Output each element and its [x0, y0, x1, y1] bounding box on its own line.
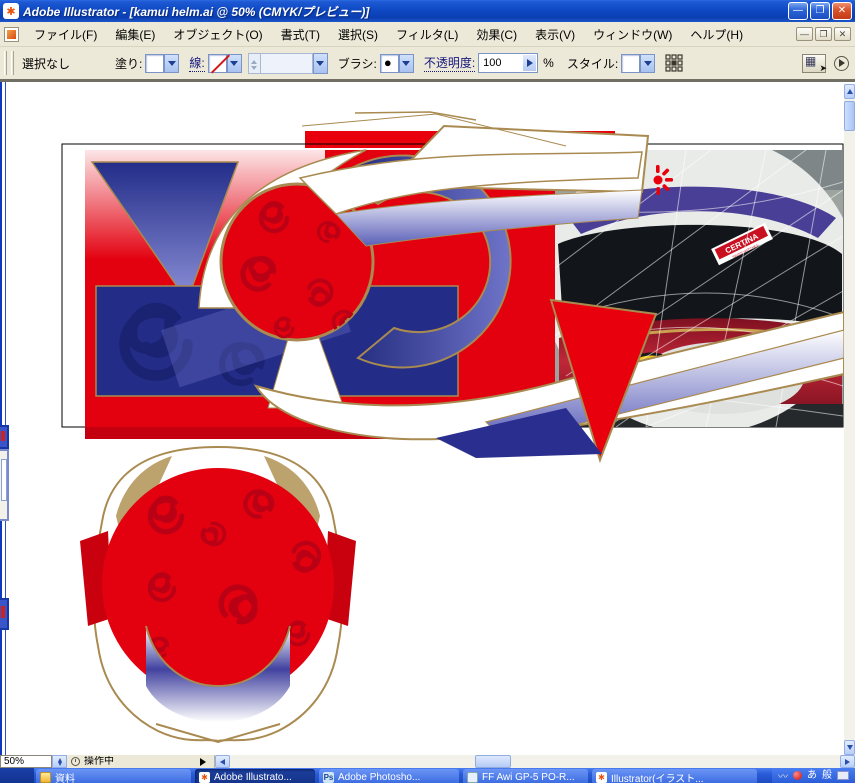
drag-grip[interactable] — [4, 51, 7, 75]
menu-select[interactable]: 選択(S) — [329, 23, 387, 46]
doc-minimize-button[interactable]: — — [796, 27, 813, 41]
zoom-stepper[interactable] — [52, 755, 67, 768]
minimize-button[interactable]: — — [788, 2, 808, 20]
stroke-weight-dropdown-icon[interactable] — [313, 53, 328, 74]
status-menu-icon[interactable] — [200, 758, 210, 766]
document-canvas[interactable]: 00 CERTINA SWISS WATCHES TELMEX — [0, 82, 855, 755]
reference-point-icon[interactable] — [665, 54, 683, 72]
stroke-swatch-none[interactable] — [208, 54, 227, 73]
opacity-value: 100 — [483, 57, 501, 69]
flyout-menu-icon[interactable] — [834, 56, 849, 71]
helmet-top-view — [80, 447, 356, 742]
helmet-design-artwork: 00 CERTINA SWISS WATCHES TELMEX — [6, 86, 845, 751]
graphic-styles-icon[interactable] — [802, 54, 826, 73]
brush-label: ブラシ: — [338, 55, 377, 72]
horizontal-scrollbar[interactable] — [215, 755, 855, 768]
menu-edit[interactable]: 編集(E) — [106, 23, 164, 46]
fill-swatch[interactable] — [145, 54, 164, 73]
brush-dropdown-icon[interactable] — [399, 54, 414, 73]
network-activity-icon[interactable]: 〰 — [778, 768, 788, 783]
vertical-scrollbar[interactable] — [844, 84, 855, 755]
document-file-icon — [467, 772, 478, 783]
control-bar: 選択なし 塗り: 線: ブラシ: 不透明度: 100 % スタイル: — [0, 47, 855, 82]
taskbar-item-photoshop[interactable]: Ps Adobe Photosho... — [319, 769, 459, 783]
taskbar-item-illustrator[interactable]: ✱ Adobe Illustrato... — [195, 769, 315, 783]
opacity-input[interactable]: 100 — [478, 53, 538, 73]
brush-swatch[interactable] — [380, 54, 399, 73]
menu-window[interactable]: ウィンドウ(W) — [584, 23, 681, 46]
ime-conversion-mode[interactable]: 般 — [822, 769, 832, 782]
menu-view[interactable]: 表示(V) — [526, 23, 584, 46]
opacity-label[interactable]: 不透明度: — [424, 54, 475, 72]
menu-object[interactable]: オブジェクト(O) — [164, 23, 271, 46]
stroke-weight-combo[interactable] — [248, 53, 328, 74]
illustrator-icon: ✱ — [596, 772, 607, 783]
document-icon — [4, 27, 19, 42]
style-dropdown-icon[interactable] — [640, 54, 655, 73]
keyboard-icon[interactable] — [837, 771, 849, 780]
docked-palette-fragment[interactable] — [0, 425, 9, 449]
window-title: Adobe Illustrator - [kamui helm.ai @ 50%… — [23, 3, 788, 20]
status-bar: 50% 操作中 — [0, 755, 855, 768]
scroll-left-icon[interactable] — [215, 755, 230, 768]
vertical-scroll-thumb[interactable] — [844, 101, 855, 131]
doc-restore-button[interactable]: ❐ — [815, 27, 832, 41]
menu-effect[interactable]: 効果(C) — [467, 23, 526, 46]
ime-input-mode[interactable]: あ — [807, 769, 817, 782]
scroll-right-icon[interactable] — [840, 755, 855, 768]
windows-taskbar: 資料 ✱ Adobe Illustrato... Ps Adobe Photos… — [0, 768, 855, 783]
drag-grip[interactable] — [11, 51, 14, 75]
illustrator-window: ✱ Adobe Illustrator - [kamui helm.ai @ 5… — [0, 0, 855, 783]
stroke-weight-stepper[interactable] — [248, 53, 261, 74]
doc-close-button[interactable]: ✕ — [834, 27, 851, 41]
folder-icon — [40, 772, 51, 783]
illustrator-app-icon: ✱ — [3, 3, 19, 19]
taskbar-item-illustrator-doc[interactable]: ✱ Illustrator(イラスト... — [592, 769, 757, 783]
scroll-up-icon[interactable] — [844, 84, 855, 99]
style-swatch[interactable] — [621, 54, 640, 73]
status-text: 操作中 — [84, 756, 114, 768]
restore-button[interactable]: ❐ — [810, 2, 830, 20]
menu-filter[interactable]: フィルタ(L) — [387, 23, 467, 46]
stroke-label[interactable]: 線: — [189, 54, 204, 72]
opacity-unit: % — [543, 56, 554, 70]
clock-icon — [71, 757, 80, 766]
fill-dropdown-icon[interactable] — [164, 54, 179, 73]
menu-file[interactable]: ファイル(F) — [25, 23, 106, 46]
taskbar-start-area[interactable] — [0, 768, 34, 783]
docked-palette-fragment[interactable] — [0, 598, 9, 630]
docked-palette-fragment[interactable] — [0, 449, 9, 521]
selection-status: 選択なし — [22, 55, 70, 72]
illustrator-icon: ✱ — [199, 772, 210, 783]
menu-type[interactable]: 書式(T) — [272, 23, 329, 46]
zoom-level-field[interactable]: 50% — [0, 755, 52, 768]
status-segment[interactable]: 操作中 — [67, 755, 215, 768]
photoshop-icon: Ps — [323, 772, 334, 783]
horizontal-scroll-thumb[interactable] — [475, 755, 511, 768]
style-label: スタイル: — [567, 55, 618, 72]
menu-bar: ファイル(F) 編集(E) オブジェクト(O) 書式(T) 選択(S) フィルタ… — [0, 22, 855, 47]
taskbar-item-folder[interactable]: 資料 — [36, 769, 191, 783]
system-tray: 〰 あ 般 — [772, 768, 855, 783]
antivirus-icon[interactable] — [793, 771, 802, 780]
close-button[interactable]: ✕ — [832, 2, 852, 20]
menu-help[interactable]: ヘルプ(H) — [681, 23, 752, 46]
title-bar[interactable]: ✱ Adobe Illustrator - [kamui helm.ai @ 5… — [0, 0, 855, 22]
taskbar-item-document[interactable]: FF Awi GP-5 PO-R... — [463, 769, 588, 783]
scroll-down-icon[interactable] — [844, 740, 855, 755]
fill-label: 塗り: — [115, 55, 142, 72]
opacity-slider-icon[interactable] — [523, 55, 536, 71]
stroke-weight-field[interactable] — [261, 53, 313, 74]
